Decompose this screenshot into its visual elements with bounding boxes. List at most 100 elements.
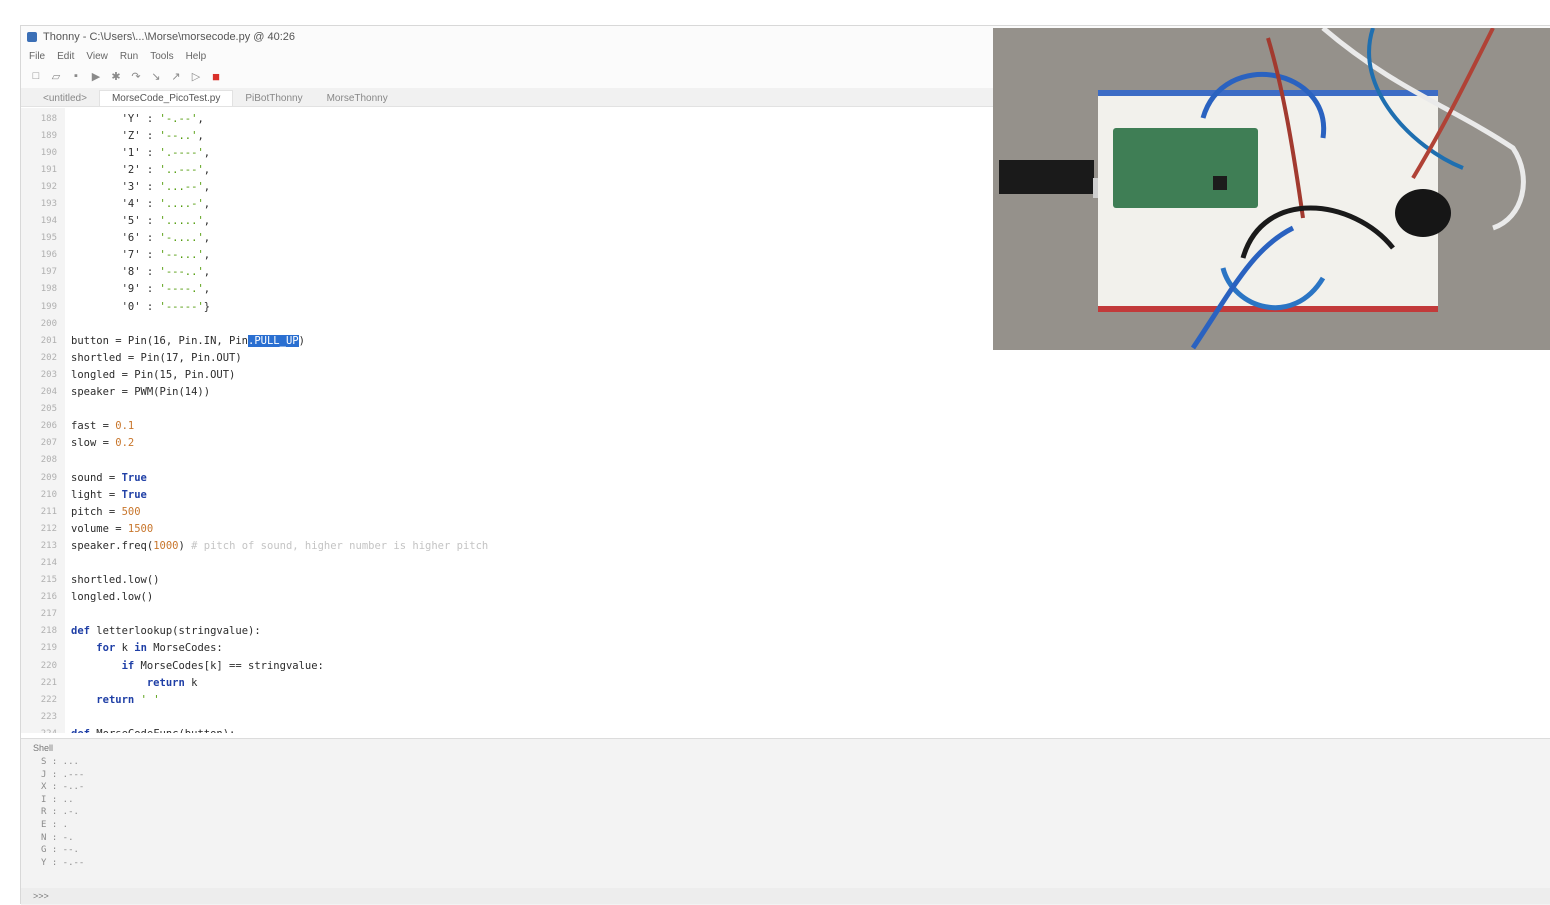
code-text: 'Y' : '-.--', bbox=[71, 113, 204, 125]
shell-prompt[interactable]: >>> bbox=[21, 888, 1550, 904]
line-number: 214 bbox=[40, 557, 57, 568]
code-token: '3' : bbox=[71, 180, 160, 193]
line-number: 204 bbox=[40, 387, 57, 398]
resume-icon[interactable]: ▷ bbox=[189, 69, 203, 83]
shell-output: S : ... J : .--- X : -..- I : .. R : .-. E : … bbox=[21, 757, 1550, 870]
code-text: slow = 0.2 bbox=[71, 437, 134, 449]
menu-edit[interactable]: Edit bbox=[57, 51, 74, 62]
menu-run[interactable]: Run bbox=[120, 51, 138, 62]
line-number: 224 bbox=[21, 729, 71, 733]
step-over-icon[interactable]: ↷ bbox=[129, 69, 143, 83]
code-line: 199 '0' : '-----'} bbox=[21, 298, 488, 315]
code-token: return bbox=[96, 693, 141, 706]
code-token: longled.low() bbox=[71, 591, 154, 604]
code-line: 196 '7' : '--...', bbox=[21, 247, 488, 264]
code-line: 204 speaker = PWM(Pin(14)) bbox=[21, 384, 488, 401]
code-token: , bbox=[203, 163, 211, 176]
code-token: '--...' bbox=[159, 249, 204, 262]
code-token: , bbox=[203, 215, 211, 228]
step-into-icon[interactable]: ↘ bbox=[149, 69, 163, 83]
line-number: 212 bbox=[40, 523, 57, 534]
code-token: , bbox=[203, 180, 211, 193]
code-token: '1' : bbox=[71, 146, 160, 159]
menu-view[interactable]: View bbox=[86, 51, 108, 62]
webcam-overlay bbox=[993, 28, 1550, 350]
code-token: def bbox=[71, 728, 96, 733]
code-token: letterlookup(stringvalue): bbox=[96, 625, 261, 638]
line-number: 211 bbox=[40, 506, 57, 517]
shell-panel[interactable]: Shell S : ... J : .--- X : -..- I : .. R : .… bbox=[21, 738, 1550, 905]
code-line: 189 'Z' : '--..', bbox=[21, 127, 488, 144]
code-line: 222 return ' ' bbox=[21, 691, 488, 708]
save-file-icon[interactable]: ▪ bbox=[69, 69, 83, 83]
code-line: 224def MorseCodeFunc(button): bbox=[21, 725, 488, 733]
code-token: pitch = bbox=[71, 505, 122, 518]
debug-icon[interactable]: ✱ bbox=[109, 69, 123, 83]
tab-morsethonny[interactable]: MorseThonny bbox=[315, 91, 400, 106]
code-token: '---..' bbox=[159, 266, 204, 279]
code-token: '----.' bbox=[159, 283, 204, 296]
shell-line: S : ... bbox=[41, 757, 79, 767]
menu-tools[interactable]: Tools bbox=[150, 51, 173, 62]
code-token: # pitch of sound, higher number is highe… bbox=[191, 539, 489, 552]
tab-untitled[interactable]: <untitled> bbox=[31, 91, 99, 106]
code-text: light = True bbox=[71, 489, 147, 501]
code-text: speaker = PWM(Pin(14)) bbox=[71, 386, 210, 398]
code-token: 'Z' : bbox=[71, 129, 160, 142]
code-token: '2' : bbox=[71, 163, 160, 176]
code-line: 216 longled.low() bbox=[21, 589, 488, 606]
code-line: 192 '3' : '...--', bbox=[21, 178, 488, 195]
code-text: '8' : '---..', bbox=[71, 266, 211, 279]
code-text: longled = Pin(15, Pin.OUT) bbox=[71, 369, 235, 381]
code-line: 188 'Y' : '-.--', bbox=[21, 110, 488, 127]
shell-line: G : --. bbox=[41, 845, 79, 856]
code-token: return bbox=[146, 676, 192, 689]
code-text: sound = True bbox=[71, 472, 147, 484]
code-text: def letterlookup(stringvalue): bbox=[71, 625, 261, 637]
code-token: MorseCodes: bbox=[153, 642, 223, 655]
code-token: longled = Pin(15, Pin.OUT) bbox=[71, 368, 236, 381]
code-token: '-.--' bbox=[159, 112, 198, 125]
line-number: 193 bbox=[40, 199, 57, 210]
code-token: True bbox=[121, 488, 147, 501]
line-number: 190 bbox=[40, 147, 57, 158]
code-token: 500 bbox=[121, 505, 141, 518]
tab-pibotthonny[interactable]: PiBotThonny bbox=[233, 91, 314, 106]
code-token: button = Pin(16, Pin.IN, Pin bbox=[71, 334, 249, 347]
code-text: '5' : '.....', bbox=[71, 215, 211, 228]
code-token: in bbox=[134, 642, 154, 655]
code-token: volume = bbox=[71, 522, 128, 535]
code-token: ' ' bbox=[140, 693, 160, 706]
line-number: 209 bbox=[40, 472, 57, 483]
selected-text: .PULL_UP bbox=[248, 334, 299, 347]
menu-help[interactable]: Help bbox=[186, 51, 207, 62]
line-number: 208 bbox=[40, 455, 57, 466]
code-token: ) bbox=[178, 539, 192, 552]
line-number: 217 bbox=[40, 609, 57, 620]
code-line: 197 '8' : '---..', bbox=[21, 264, 488, 281]
shell-title: Shell bbox=[33, 743, 54, 753]
shell-line: E : . bbox=[41, 819, 69, 830]
code-text: '0' : '-----'} bbox=[71, 301, 211, 313]
shell-line: N : -. bbox=[41, 832, 74, 843]
code-token: k bbox=[191, 676, 198, 689]
new-file-icon[interactable]: □ bbox=[29, 69, 43, 83]
code-token: '--..' bbox=[159, 129, 198, 142]
stop-icon[interactable]: ■ bbox=[209, 69, 223, 84]
code-text: 'Z' : '--..', bbox=[71, 130, 204, 142]
step-out-icon[interactable]: ↗ bbox=[169, 69, 183, 83]
run-icon[interactable]: ▶ bbox=[89, 69, 103, 83]
code-line: 194 '5' : '.....', bbox=[21, 213, 488, 230]
line-number: 216 bbox=[40, 592, 57, 603]
menu-file[interactable]: File bbox=[29, 51, 45, 62]
line-number: 219 bbox=[40, 643, 57, 654]
open-file-icon[interactable]: ▱ bbox=[49, 69, 63, 83]
code-token: '....-' bbox=[159, 198, 204, 211]
code-line: 190 '1' : '.----', bbox=[21, 144, 488, 161]
tab-morsecode-picotest[interactable]: MorseCode_PicoTest.py bbox=[98, 90, 234, 106]
line-number: 197 bbox=[40, 267, 57, 278]
code-line: 223 bbox=[21, 708, 488, 725]
code-line: 200 bbox=[21, 315, 488, 332]
code-token: '..---' bbox=[159, 163, 204, 176]
